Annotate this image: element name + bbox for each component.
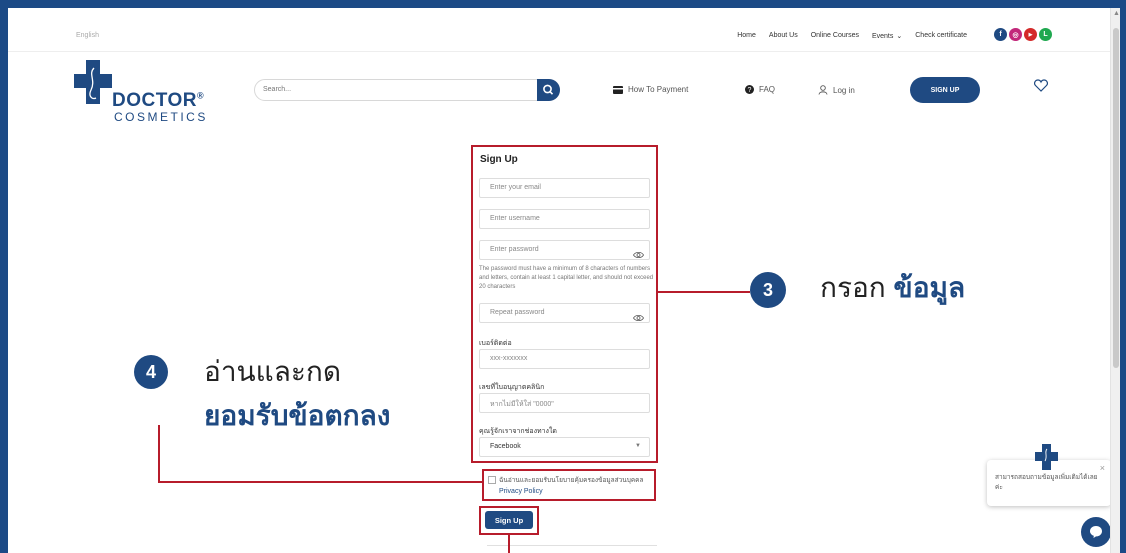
- phone-field[interactable]: xxx-xxxxxxx: [479, 349, 650, 369]
- search-placeholder: Search...: [263, 86, 292, 93]
- faq-label: FAQ: [759, 85, 776, 94]
- svg-text:?: ?: [748, 87, 752, 94]
- medical-cross-logo-icon: [74, 60, 112, 104]
- login-link[interactable]: Log in: [818, 85, 855, 95]
- step4-line2: ยอมรับข้อตกลง: [204, 400, 391, 431]
- step4-line1: อ่านและกด: [204, 356, 342, 387]
- browser-viewport: English Home About Us Online Courses Eve…: [8, 8, 1110, 553]
- nav-online-courses[interactable]: Online Courses: [811, 32, 859, 40]
- frame-border: [1120, 0, 1126, 553]
- facebook-icon[interactable]: f: [994, 28, 1007, 41]
- social-links: f ◎ ▶ L: [994, 28, 1052, 41]
- password-field[interactable]: Enter password: [479, 240, 650, 260]
- password-placeholder: Enter password: [490, 246, 539, 253]
- consent-checkbox[interactable]: [488, 476, 496, 484]
- top-bar: English Home About Us Online Courses Eve…: [8, 8, 1110, 52]
- how-to-payment-link[interactable]: How To Payment: [613, 85, 688, 94]
- search-button[interactable]: [537, 79, 560, 101]
- chat-brand-icon: [1035, 444, 1059, 475]
- nav-events[interactable]: Events ⌄: [872, 32, 902, 40]
- source-select[interactable]: Facebook ▼: [479, 437, 650, 457]
- chat-bubble-icon: [1090, 526, 1102, 538]
- source-label: คุณรู้จักเราจากช่องทางใด: [479, 428, 557, 435]
- phone-label: เบอร์ติดต่อ: [479, 340, 512, 347]
- user-icon: [818, 85, 828, 95]
- question-circle-icon: ?: [745, 85, 754, 94]
- license-label: เลขที่ใบอนุญาตคลินิก: [479, 384, 545, 391]
- vertical-scrollbar[interactable]: ▲: [1110, 8, 1120, 553]
- instagram-icon[interactable]: ◎: [1009, 28, 1022, 41]
- credit-card-icon: [613, 85, 623, 94]
- logo-sub-text: COSMETICS: [114, 110, 208, 124]
- license-placeholder: หากไม่มีให้ใส่ "0000": [490, 401, 554, 408]
- scroll-up-arrow-icon[interactable]: ▲: [1113, 10, 1120, 17]
- phone-placeholder: xxx-xxxxxxx: [490, 355, 528, 362]
- login-label: Log in: [833, 85, 855, 95]
- form-title: Sign Up: [480, 154, 518, 165]
- step4-badge: 4: [134, 355, 168, 389]
- consent-highlight: [482, 469, 656, 501]
- nav-home[interactable]: Home: [737, 32, 756, 40]
- search-input[interactable]: Search...: [254, 79, 560, 101]
- username-placeholder: Enter username: [490, 215, 540, 222]
- nav-about-us[interactable]: About Us: [769, 32, 798, 40]
- form-divider: [487, 545, 657, 546]
- step4-connector-vertical: [158, 425, 160, 483]
- eye-icon[interactable]: [633, 309, 644, 327]
- email-placeholder: Enter your email: [490, 184, 541, 191]
- signup-submit-button[interactable]: Sign Up: [485, 511, 533, 529]
- repeat-password-field[interactable]: Repeat password: [479, 303, 650, 323]
- password-hint: The password must have a minimum of 8 ch…: [479, 266, 654, 290]
- email-field[interactable]: Enter your email: [479, 178, 650, 198]
- line-icon[interactable]: L: [1039, 28, 1052, 41]
- header-signup-button[interactable]: SIGN UP: [910, 77, 980, 103]
- top-nav: Home About Us Online Courses Events ⌄ Che…: [737, 32, 967, 40]
- faq-link[interactable]: ? FAQ: [745, 85, 775, 94]
- source-selected-value: Facebook: [490, 443, 521, 450]
- license-field[interactable]: หากไม่มีให้ใส่ "0000": [479, 393, 650, 413]
- step4-connector-horizontal: [158, 481, 483, 483]
- close-icon[interactable]: ×: [1100, 463, 1105, 473]
- step3-connector: [658, 291, 750, 293]
- username-field[interactable]: Enter username: [479, 209, 650, 229]
- wishlist-heart-icon[interactable]: [1034, 79, 1048, 97]
- step3-text: กรอก ข้อมูล: [820, 272, 966, 303]
- step3-badge: 3: [750, 272, 786, 308]
- consent-text: ฉันอ่านและยอมรับนโยบายคุ้มครองข้อมูลส่วน…: [499, 477, 644, 484]
- repeat-password-placeholder: Repeat password: [490, 309, 545, 316]
- nav-events-label: Events: [871, 33, 894, 40]
- eye-icon[interactable]: [633, 246, 644, 264]
- search-icon: [543, 84, 554, 95]
- privacy-policy-link[interactable]: Privacy Policy: [499, 488, 543, 495]
- chat-message: สามารถสอบถามข้อมูลเพิ่มเติมได้เลยค่ะ: [995, 474, 1098, 491]
- step5-connector: [508, 535, 510, 553]
- scrollbar-thumb[interactable]: [1113, 28, 1119, 368]
- youtube-icon[interactable]: ▶: [1024, 28, 1037, 41]
- chevron-down-icon: ⌄: [896, 33, 903, 40]
- nav-check-certificate[interactable]: Check certificate: [915, 32, 967, 40]
- how-to-payment-label: How To Payment: [628, 85, 689, 94]
- dropdown-caret-icon: ▼: [635, 443, 641, 449]
- chat-launcher-button[interactable]: [1081, 517, 1110, 547]
- doctor-cosmetics-logo[interactable]: DOCTOR® COSMETICS: [74, 60, 224, 124]
- language-switch[interactable]: English: [76, 32, 99, 39]
- logo-main-text: DOCTOR®: [112, 90, 205, 111]
